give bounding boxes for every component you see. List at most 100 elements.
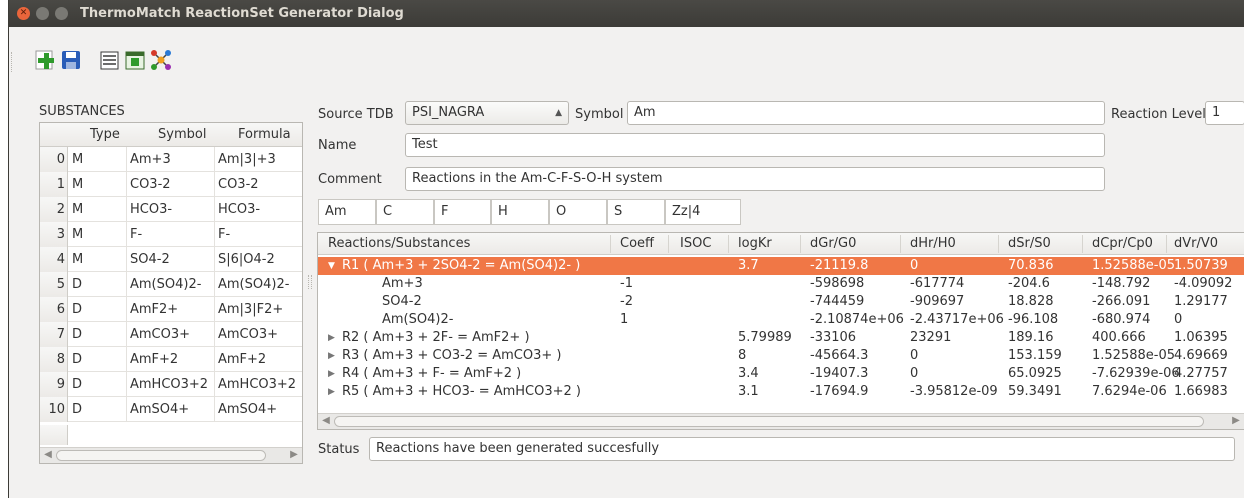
comment-label: Comment bbox=[318, 172, 382, 187]
table-row[interactable]: 1 M CO3-2 CO3-2 bbox=[40, 172, 302, 197]
column-header-reactions[interactable]: Reactions/Substances bbox=[328, 236, 470, 251]
reaction-row[interactable]: ▶ R3 ( Am+3 + CO3-2 = AmCO3+ ) 8 -45664.3 0 1… bbox=[318, 347, 1244, 365]
column-header-formula[interactable]: Formula bbox=[238, 127, 291, 142]
network-icon[interactable] bbox=[149, 48, 173, 72]
element-cell[interactable]: F bbox=[434, 199, 491, 225]
table-row[interactable]: 10 D AmSO4+ AmSO4+ bbox=[40, 397, 302, 422]
row-index: 8 bbox=[40, 347, 68, 372]
column-header-dvr[interactable]: dVr/V0 bbox=[1174, 236, 1218, 251]
dgr-cell: -598698 bbox=[810, 276, 865, 291]
substance-row[interactable]: Am+3 -1 -598698 -617774 -204.6 -148.792 -4.090… bbox=[318, 275, 1244, 293]
substance-row[interactable]: Am(SO4)2- 1 -2.10874e+06 -2.43717e+06 -96.10… bbox=[318, 311, 1244, 329]
substance-row[interactable]: SO4-2 -2 -744459 -909697 18.828 -266.091 1.291… bbox=[318, 293, 1244, 311]
column-header-dcpr[interactable]: dCpr/Cp0 bbox=[1092, 236, 1153, 251]
symbol-cell: Am(SO4)2- bbox=[130, 277, 202, 292]
close-icon[interactable]: ✕ bbox=[17, 7, 30, 20]
column-header-logkr[interactable]: logKr bbox=[738, 236, 772, 251]
column-header-dsr[interactable]: dSr/S0 bbox=[1008, 236, 1051, 251]
element-cell[interactable]: H bbox=[491, 199, 549, 225]
substances-table[interactable]: Type Symbol Formula 0 M Am+3 Am|3|+3 1 M CO3-2… bbox=[39, 122, 303, 464]
element-cell[interactable]: S bbox=[607, 199, 665, 225]
table-row[interactable]: 7 D AmCO3+ AmCO3+ bbox=[40, 322, 302, 347]
dcpr-cell: 7.6294e-06 bbox=[1092, 384, 1167, 399]
reaction-row[interactable]: ▼ R1 ( Am+3 + 2SO4-2 = Am(SO4)2- ) 3.7 -211… bbox=[318, 257, 1244, 275]
table-icon[interactable] bbox=[123, 48, 147, 72]
column-header-dgr[interactable]: dGr/G0 bbox=[810, 236, 856, 251]
element-cell[interactable]: Zz|4 bbox=[665, 199, 741, 225]
dsr-cell: 18.828 bbox=[1008, 294, 1054, 309]
collapse-arrow-icon[interactable]: ▼ bbox=[328, 257, 335, 275]
reactions-hscrollbar[interactable]: ◀ ▶ bbox=[318, 413, 1244, 429]
row-index: 0 bbox=[40, 147, 68, 172]
column-header-type[interactable]: Type bbox=[90, 127, 120, 142]
add-icon[interactable] bbox=[33, 48, 57, 72]
symbol-cell: Am+3 bbox=[130, 152, 171, 167]
reactions-tree[interactable]: Reactions/Substances Coeff ISOC logKr dG… bbox=[317, 232, 1244, 430]
save-icon[interactable] bbox=[59, 48, 83, 72]
substances-hscrollbar[interactable]: ◀ ▶ bbox=[40, 447, 302, 463]
expand-arrow-icon[interactable]: ▶ bbox=[328, 383, 335, 401]
substances-header: Type Symbol Formula bbox=[40, 123, 302, 147]
table-row[interactable]: 3 M F- F- bbox=[40, 222, 302, 247]
logkr-cell: 3.4 bbox=[738, 366, 759, 381]
scroll-left-icon[interactable]: ◀ bbox=[320, 415, 332, 427]
dcpr-cell: -148.792 bbox=[1092, 276, 1151, 291]
dgr-cell: -17694.9 bbox=[810, 384, 869, 399]
column-header-coeff[interactable]: Coeff bbox=[620, 236, 654, 251]
table-row[interactable]: 4 M SO4-2 S|6|O4-2 bbox=[40, 247, 302, 272]
element-cell[interactable]: C bbox=[376, 199, 434, 225]
cell-divider bbox=[214, 147, 215, 172]
formula-cell: CO3-2 bbox=[218, 177, 259, 192]
cell-divider bbox=[214, 197, 215, 222]
column-header-isoc[interactable]: ISOC bbox=[680, 236, 711, 251]
minimize-icon[interactable] bbox=[36, 7, 49, 20]
type-cell: M bbox=[72, 177, 84, 192]
table-row[interactable]: 6 D AmF2+ Am|3|F2+ bbox=[40, 297, 302, 322]
expand-arrow-icon[interactable]: ▶ bbox=[328, 365, 335, 383]
toolbar-handle[interactable] bbox=[11, 52, 15, 72]
table-row[interactable]: 5 D Am(SO4)2- Am(SO4)2- bbox=[40, 272, 302, 297]
symbol-field[interactable]: Am bbox=[627, 101, 1105, 125]
element-cell[interactable]: O bbox=[549, 199, 607, 225]
row-index: 7 bbox=[40, 322, 68, 347]
formula-cell: Am|3|F2+ bbox=[218, 302, 284, 317]
row-header-filler bbox=[40, 425, 68, 445]
cell-divider bbox=[214, 372, 215, 397]
scroll-right-icon[interactable]: ▶ bbox=[1230, 415, 1242, 427]
column-header-symbol[interactable]: Symbol bbox=[158, 127, 206, 142]
reaction-row[interactable]: ▶ R4 ( Am+3 + F- = AmF+2 ) 3.4 -19407.3 0 65.… bbox=[318, 365, 1244, 383]
column-header-dhr[interactable]: dHr/H0 bbox=[910, 236, 956, 251]
reaction-level-label: Reaction Level bbox=[1111, 107, 1206, 122]
splitter-handle[interactable] bbox=[308, 275, 312, 289]
expand-arrow-icon[interactable]: ▶ bbox=[328, 347, 335, 365]
reaction-row[interactable]: ▶ R5 ( Am+3 + HCO3- = AmHCO3+2 ) 3.1 -17694… bbox=[318, 383, 1244, 401]
reaction-name: R4 ( Am+3 + F- = AmF+2 ) bbox=[342, 366, 522, 381]
scroll-left-icon[interactable]: ◀ bbox=[42, 449, 54, 461]
row-index: 5 bbox=[40, 272, 68, 297]
list-icon[interactable] bbox=[97, 48, 121, 72]
scroll-right-icon[interactable]: ▶ bbox=[288, 449, 300, 461]
source-tdb-select[interactable]: PSI_NAGRA ▲▼ bbox=[405, 101, 569, 125]
name-field[interactable]: Test bbox=[405, 133, 1105, 157]
maximize-icon[interactable] bbox=[55, 7, 68, 20]
table-row[interactable]: 2 M HCO3- HCO3- bbox=[40, 197, 302, 222]
reaction-name: R1 ( Am+3 + 2SO4-2 = Am(SO4)2- ) bbox=[342, 258, 581, 273]
cell-divider bbox=[126, 372, 127, 397]
comment-value: Reactions in the Am-C-F-S-O-H system bbox=[412, 171, 663, 186]
cell-divider bbox=[214, 172, 215, 197]
table-row[interactable]: 8 D AmF+2 AmF+2 bbox=[40, 347, 302, 372]
scroll-thumb[interactable] bbox=[334, 416, 1204, 427]
dsr-cell: 153.159 bbox=[1008, 348, 1062, 363]
cell-divider bbox=[126, 397, 127, 422]
table-row[interactable]: 9 D AmHCO3+2 AmHCO3+2 bbox=[40, 372, 302, 397]
table-row[interactable]: 0 M Am+3 Am|3|+3 bbox=[40, 147, 302, 172]
element-cell[interactable]: Am bbox=[318, 199, 376, 225]
dcpr-cell: 1.52588e-05 bbox=[1092, 258, 1175, 273]
comment-field[interactable]: Reactions in the Am-C-F-S-O-H system bbox=[405, 167, 1105, 191]
column-divider bbox=[998, 235, 999, 253]
dhr-cell: -3.95812e-09 bbox=[910, 384, 998, 399]
scroll-thumb[interactable] bbox=[56, 450, 266, 461]
expand-arrow-icon[interactable]: ▶ bbox=[328, 329, 335, 347]
reaction-level-spinbox[interactable]: 1 bbox=[1205, 101, 1244, 125]
reaction-row[interactable]: ▶ R2 ( Am+3 + 2F- = AmF2+ ) 5.79989 -33106 2… bbox=[318, 329, 1244, 347]
